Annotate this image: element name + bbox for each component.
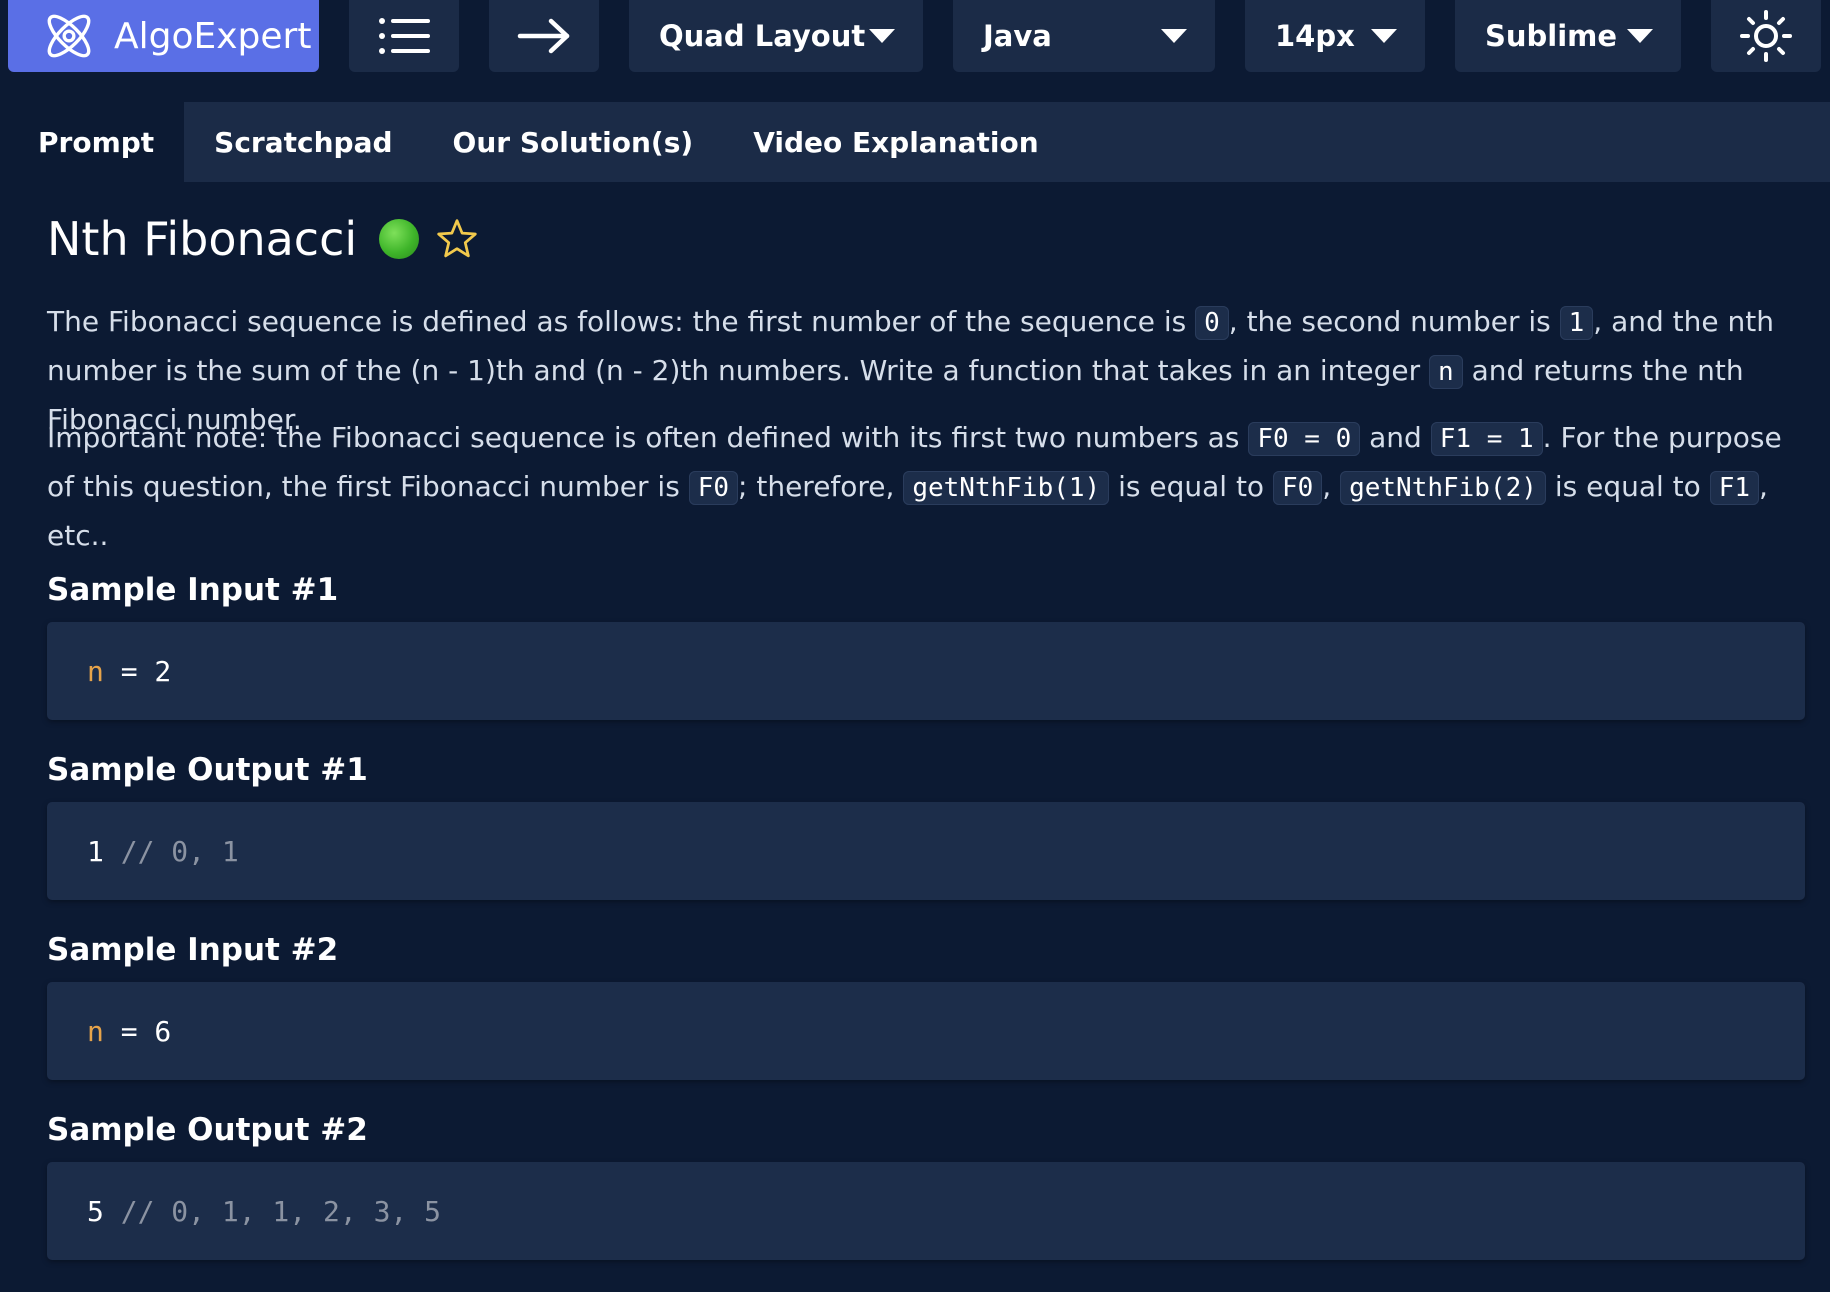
- font-size-dropdown[interactable]: 14px: [1245, 0, 1425, 72]
- tab-video-explanation[interactable]: Video Explanation: [723, 102, 1069, 182]
- theme-dropdown-label: Sublime: [1485, 19, 1618, 53]
- inline-code: n: [1429, 355, 1463, 389]
- theme-toggle-button[interactable]: [1711, 0, 1821, 72]
- sample-input-1-code: n = 2: [47, 622, 1805, 720]
- language-dropdown-label: Java: [983, 19, 1052, 53]
- text: The Fibonacci sequence is defined as fol…: [47, 305, 1196, 338]
- code-text: = 6: [103, 1014, 172, 1048]
- note-paragraph: Important note: the Fibonacci sequence i…: [47, 414, 1805, 560]
- sample-output-2-code: 5 // 0, 1, 1, 2, 3, 5: [47, 1162, 1805, 1260]
- inline-code: getNthFib(1): [903, 471, 1110, 505]
- atom-logo-icon: [47, 14, 91, 58]
- code-comment: // 0, 1, 1, 2, 3, 5: [103, 1194, 442, 1228]
- text: ,: [1322, 470, 1341, 503]
- sample-input-2-code: n = 6: [47, 982, 1805, 1080]
- text: ; therefore,: [738, 470, 904, 503]
- text: Important note: the Fibonacci sequence i…: [47, 421, 1249, 454]
- brand-name: AlgoExpert: [114, 15, 312, 57]
- code-variable: n: [87, 1014, 104, 1048]
- brand-logo-button[interactable]: AlgoExpert: [8, 0, 319, 72]
- sample-output-1-code: 1 // 0, 1: [47, 802, 1805, 900]
- layout-dropdown[interactable]: Quad Layout: [629, 0, 923, 72]
- tab-label: Scratchpad: [214, 125, 393, 159]
- code-text: 5: [87, 1194, 104, 1228]
- inline-code: F0 = 0: [1248, 422, 1361, 456]
- difficulty-indicator: [379, 219, 420, 259]
- inline-code: 0: [1195, 306, 1229, 340]
- top-toolbar: AlgoExpert Quad Layout Java 14px Sublime: [0, 0, 1830, 86]
- inline-code: F0: [688, 471, 739, 505]
- tab-label: Prompt: [38, 125, 155, 159]
- code-text: 1: [87, 834, 104, 868]
- tab-scratchpad[interactable]: Scratchpad: [184, 102, 422, 182]
- sample-input-1-heading: Sample Input #1: [47, 572, 339, 608]
- inline-code: 1: [1559, 306, 1594, 340]
- sample-output-2-heading: Sample Output #2: [47, 1112, 368, 1148]
- code-text: = 2: [103, 654, 172, 688]
- layout-dropdown-label: Quad Layout: [659, 19, 866, 53]
- title-row: Nth Fibonacci: [47, 212, 479, 266]
- inline-code: getNthFib(2): [1340, 471, 1546, 505]
- font-size-dropdown-label: 14px: [1275, 19, 1355, 53]
- text: and: [1360, 421, 1431, 454]
- text: , the second number is: [1228, 305, 1560, 338]
- prompt-tabs: Prompt Scratchpad Our Solution(s) Video …: [8, 102, 1830, 182]
- menu-button[interactable]: [349, 0, 459, 72]
- code-comment: // 0, 1: [103, 834, 239, 868]
- chevron-down-icon: [869, 29, 895, 43]
- page-title: Nth Fibonacci: [47, 212, 358, 266]
- tab-label: Video Explanation: [753, 125, 1039, 159]
- chevron-down-icon: [1161, 29, 1187, 43]
- language-dropdown[interactable]: Java: [953, 0, 1215, 72]
- text: is equal to: [1109, 470, 1273, 503]
- chevron-down-icon: [1627, 29, 1653, 43]
- arrow-right-icon: [517, 18, 570, 54]
- next-button[interactable]: [489, 0, 599, 72]
- tab-label: Our Solution(s): [452, 125, 694, 159]
- inline-code: F0: [1272, 471, 1323, 505]
- sample-input-2-heading: Sample Input #2: [47, 932, 339, 968]
- theme-dropdown[interactable]: Sublime: [1455, 0, 1681, 72]
- sample-output-1-heading: Sample Output #1: [47, 752, 368, 788]
- tab-prompt[interactable]: Prompt: [8, 102, 185, 182]
- chevron-down-icon: [1371, 29, 1397, 43]
- sun-icon: [1740, 10, 1792, 62]
- inline-code: F1 = 1: [1430, 422, 1543, 456]
- tab-our-solutions[interactable]: Our Solution(s): [423, 102, 724, 182]
- inline-code: F1: [1709, 471, 1759, 505]
- star-icon[interactable]: [435, 217, 479, 261]
- code-variable: n: [87, 654, 104, 688]
- list-icon: [379, 18, 430, 54]
- text: is equal to: [1545, 470, 1710, 503]
